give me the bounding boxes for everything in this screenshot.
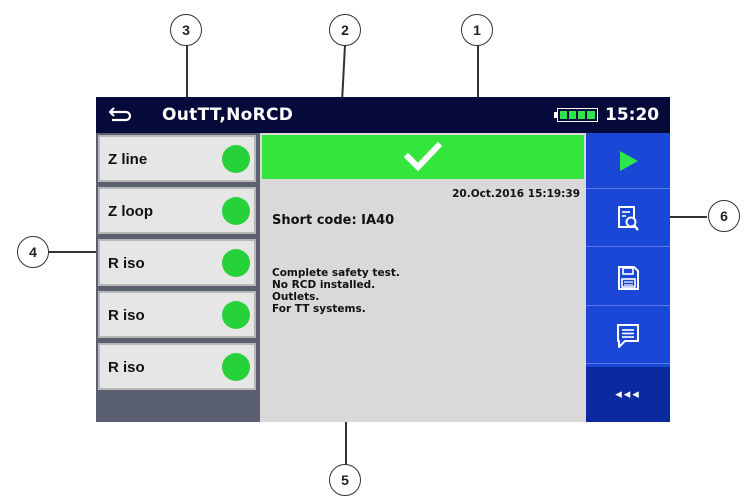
start-button[interactable]: [586, 133, 670, 189]
callout-2: 2: [329, 14, 361, 46]
page-title: OutTT,NoRCD: [162, 105, 294, 125]
pass-status-dot: [222, 353, 250, 381]
header-bar: OutTT,NoRCD 15:20: [96, 97, 670, 133]
play-icon: [620, 151, 638, 171]
pass-status-dot: [222, 197, 250, 225]
pass-status-bar: [262, 135, 584, 179]
view-results-button[interactable]: [586, 191, 670, 247]
pass-status-dot: [222, 301, 250, 329]
callout-4-leader: [48, 251, 100, 253]
action-bar: ◂◂◂: [586, 133, 670, 422]
description-line: Complete safety test.: [272, 267, 400, 279]
callout-5: 5: [329, 464, 361, 496]
test-item-label: R iso: [108, 255, 145, 272]
save-icon: [618, 266, 639, 290]
result-panel: 20.Oct.2016 15:19:39 Short code: IA40 Co…: [260, 133, 586, 422]
test-item-label: R iso: [108, 359, 145, 376]
device-screen: OutTT,NoRCD 15:20 Z line Z loop R iso R …: [96, 97, 670, 422]
description-line: For TT systems.: [272, 303, 366, 315]
test-item-r-iso-3[interactable]: R iso: [98, 343, 256, 390]
test-item-label: Z line: [108, 151, 148, 168]
clock: 15:20: [605, 105, 660, 125]
callout-1: 1: [461, 14, 493, 46]
test-item-r-iso-1[interactable]: R iso: [98, 239, 256, 286]
checkmark-icon: [403, 141, 443, 172]
description-line: No RCD installed.: [272, 279, 376, 291]
save-button[interactable]: [586, 250, 670, 306]
test-datetime: 20.Oct.2016 15:19:39: [452, 188, 580, 200]
test-list: Z line Z loop R iso R iso R iso: [96, 133, 260, 422]
test-item-r-iso-2[interactable]: R iso: [98, 291, 256, 338]
description-line: Outlets.: [272, 291, 320, 303]
test-item-label: R iso: [108, 307, 145, 324]
test-description: Complete safety test. No RCD installed. …: [272, 267, 400, 315]
comment-button[interactable]: [586, 308, 670, 364]
callout-4: 4: [17, 236, 49, 268]
comment-icon: [617, 324, 639, 348]
battery-icon: [554, 108, 598, 122]
callout-6: 6: [708, 200, 740, 232]
more-options-button[interactable]: ◂◂◂: [586, 367, 670, 422]
view-results-icon: [618, 206, 639, 231]
back-arrow-icon[interactable]: [108, 104, 132, 124]
callout-3-leader: [186, 45, 188, 97]
callout-3: 3: [170, 14, 202, 46]
test-item-z-loop[interactable]: Z loop: [98, 187, 256, 234]
pass-status-dot: [222, 145, 250, 173]
short-code: Short code: IA40: [272, 213, 395, 228]
test-item-label: Z loop: [108, 203, 153, 220]
pass-status-dot: [222, 249, 250, 277]
test-item-z-line[interactable]: Z line: [98, 135, 256, 182]
